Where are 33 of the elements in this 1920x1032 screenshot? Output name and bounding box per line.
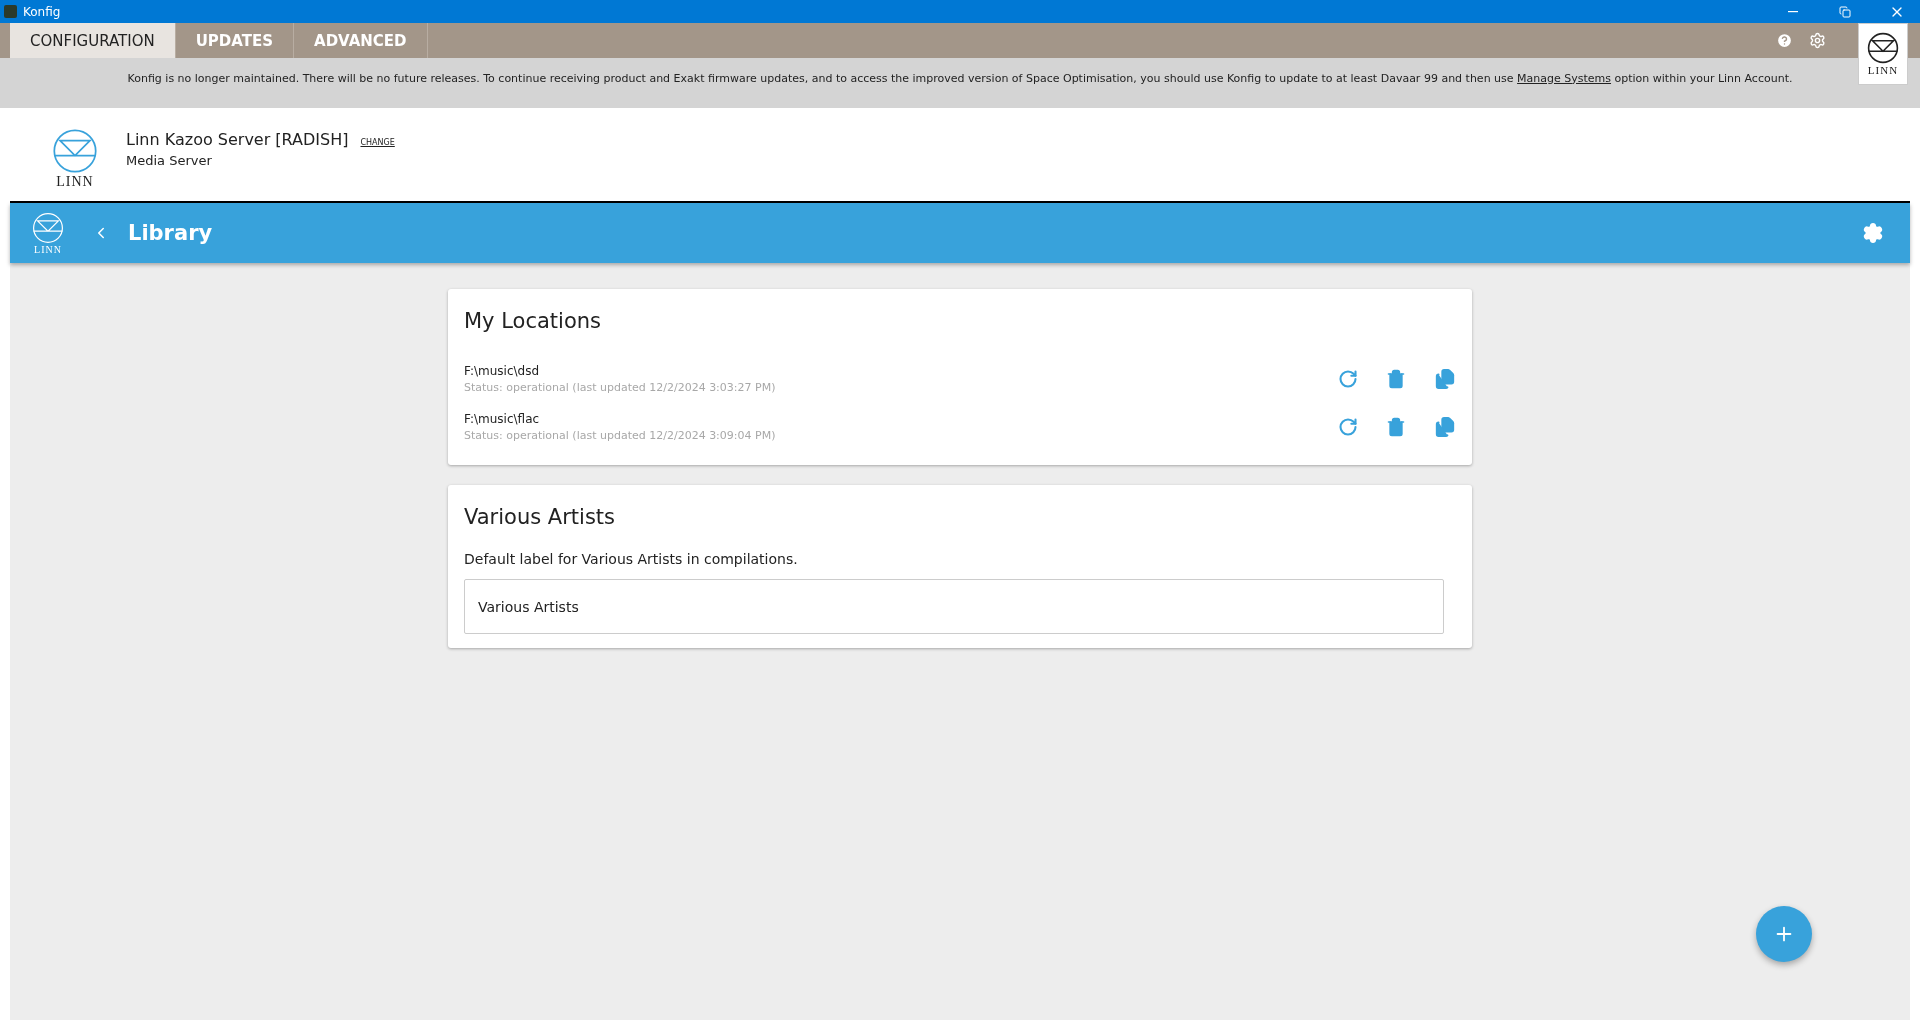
logo-text: LINN [1867,64,1899,76]
device-name: Linn Kazoo Server [RADISH] [126,130,349,149]
location-status: Status: operational (last updated 12/2/2024 3:09:04 PM) [464,429,777,442]
tab[interactable]: CONFIGURATION [10,23,176,58]
trash-icon[interactable] [1386,417,1406,437]
card-title: My Locations [464,309,602,333]
logo-circle-icon [32,211,64,244]
minimize-icon [1788,10,1798,13]
change-link[interactable]: CHANGE [360,138,395,147]
location-path: F:\music\dsd [464,364,541,378]
trash-icon[interactable] [1386,369,1406,389]
notice-text: Konfig is no longer maintained. There will be no future releases. To continue receiving product and Exakt firmware updates, and to access the improved version of Space Optimisation, you should use Konfig to update to at least Davaar 99 and then use Manage Systems option within your Linn Account. [127,71,1793,85]
refresh-icon[interactable] [1338,369,1358,389]
restore-icon [1839,5,1851,18]
add-button[interactable] [1756,906,1812,962]
manage-systems-link[interactable]: Manage Systems [1517,71,1612,85]
card-title: Various Artists [464,505,617,529]
device-type: Media Server [126,153,213,168]
label-input-field[interactable]: Various Artists [464,579,1444,634]
description-text: Default label for Various Artists in compilations. [464,551,799,567]
settings-button[interactable] [1862,222,1884,244]
window-title: Konfig [23,4,62,19]
logo-circle-icon [1867,32,1899,64]
logo-circle-icon [52,128,98,174]
page-title: Library [128,221,214,245]
app-icon [4,5,17,18]
refresh-icon[interactable] [1338,417,1358,437]
logo-text: LINN [34,243,62,255]
copy-icon[interactable] [1434,416,1456,438]
location-path: F:\music\flac [464,412,541,426]
copy-icon[interactable] [1434,368,1456,390]
location-status: Status: operational (last updated 12/2/2024 3:03:27 PM) [464,381,777,394]
logo-text: LINN [56,174,94,190]
